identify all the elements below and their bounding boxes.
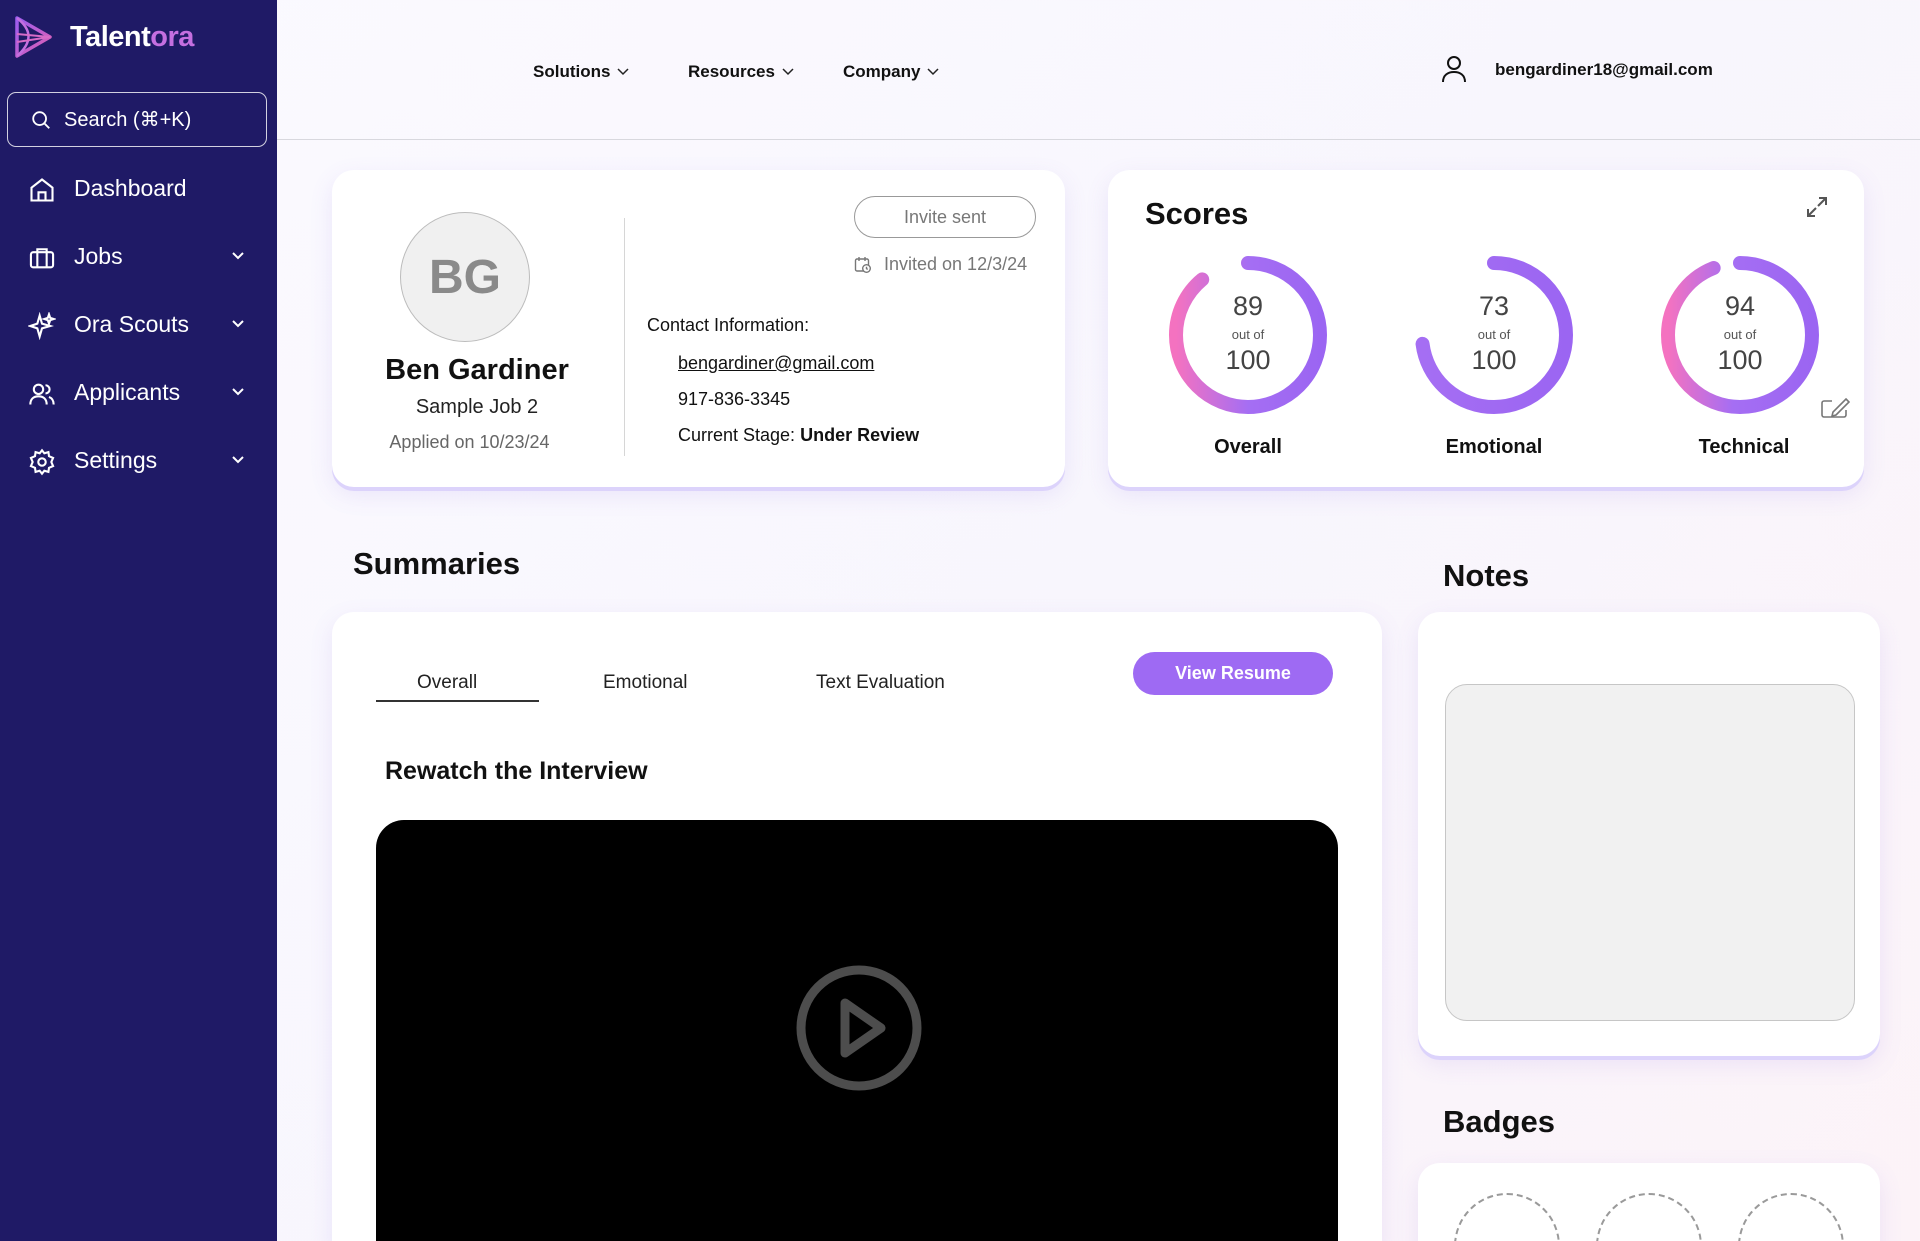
score-value: 73: [1478, 291, 1510, 321]
sidebar-item-label: Settings: [74, 446, 158, 473]
search-button[interactable]: Search (⌘+K): [7, 92, 267, 147]
score-gauge-overall: 89 out of 100: [1166, 253, 1330, 417]
home-icon: [30, 178, 54, 202]
top-header: Solutions Resources Company bengardiner1…: [277, 0, 1920, 140]
score-max: 100: [1225, 345, 1271, 375]
notes-textarea[interactable]: [1445, 684, 1855, 1021]
view-resume-button[interactable]: View Resume: [1133, 652, 1333, 695]
badges-card: [1418, 1163, 1880, 1241]
chevron-down-icon: [232, 388, 244, 396]
score-gauge-emotional: 73 out of 100: [1412, 253, 1576, 417]
sidebar-item-ora-scouts[interactable]: Ora Scouts: [0, 299, 277, 349]
chevron-down-icon: [782, 68, 794, 76]
summaries-title: Summaries: [353, 546, 521, 581]
contact-email-link[interactable]: bengardiner@gmail.com: [678, 353, 874, 374]
candidate-job: Sample Job 2: [415, 396, 539, 418]
sidebar-item-settings[interactable]: Settings: [0, 435, 277, 485]
chevron-down-icon: [927, 68, 939, 76]
search-label: Search (⌘+K): [64, 109, 192, 131]
score-value: 94: [1724, 291, 1756, 321]
scores-card: Scores 89 out of 100 Overall 73 out of 1…: [1108, 170, 1864, 487]
chevron-down-icon: [617, 68, 629, 76]
score-gauge-technical: 94 out of 100: [1658, 253, 1822, 417]
user-icon[interactable]: [1440, 54, 1468, 84]
scores-title: Scores: [1145, 196, 1249, 231]
tab-emotional[interactable]: Emotional: [603, 672, 688, 694]
expand-icon[interactable]: [1804, 194, 1830, 220]
score-label-emotional: Emotional: [1445, 436, 1543, 458]
contact-phone: 917-836-3345: [678, 389, 791, 409]
sidebar-item-label: Ora Scouts: [74, 310, 190, 337]
score-label-technical: Technical: [1698, 436, 1790, 458]
tab-text-evaluation[interactable]: Text Evaluation: [816, 672, 945, 694]
badges-title: Badges: [1443, 1104, 1555, 1139]
sidebar-item-label: Dashboard: [74, 174, 187, 201]
score-label-overall: Overall: [1214, 436, 1282, 458]
chevron-down-icon: [232, 320, 244, 328]
rewatch-title: Rewatch the Interview: [385, 757, 648, 785]
user-email[interactable]: bengardiner18@gmail.com: [1495, 60, 1713, 80]
avatar: BG: [400, 212, 530, 342]
sidebar-item-applicants[interactable]: Applicants: [0, 367, 277, 417]
score-out-of: out of: [1231, 327, 1265, 342]
gear-icon: [29, 448, 55, 476]
score-value: 89: [1232, 291, 1264, 321]
menu-company[interactable]: Company: [843, 62, 940, 82]
stage-value: Under Review: [800, 425, 920, 445]
sparkles-icon: [28, 312, 56, 340]
tab-overall[interactable]: Overall: [417, 672, 477, 694]
summaries-card: Overall Emotional Text Evaluation View R…: [332, 612, 1382, 1241]
sidebar-item-dashboard[interactable]: Dashboard: [0, 163, 277, 213]
sidebar: Talentora Search (⌘+K) Dashboard Jobs Or…: [0, 0, 277, 1241]
interview-video-player[interactable]: [376, 820, 1338, 1241]
badge-slot-empty: [1454, 1193, 1560, 1241]
talentora-logo-icon: [15, 16, 52, 58]
score-out-of: out of: [1477, 327, 1511, 342]
current-stage: Current Stage: Under Review: [678, 425, 920, 445]
notes-card: [1418, 612, 1880, 1056]
candidate-applied-date: Applied on 10/23/24: [389, 432, 550, 452]
chevron-down-icon: [232, 456, 244, 464]
menu-resources[interactable]: Resources: [688, 62, 795, 82]
app-name: Talentora: [70, 20, 194, 53]
logo[interactable]: Talentora: [12, 14, 194, 60]
play-icon[interactable]: [791, 965, 927, 1091]
divider: [624, 218, 625, 456]
active-tab-indicator: [376, 700, 539, 702]
badge-slot-empty: [1738, 1193, 1844, 1241]
notes-title: Notes: [1443, 558, 1530, 593]
invited-date: Invited on 12/3/24: [854, 254, 1027, 275]
sidebar-item-label: Jobs: [74, 242, 123, 269]
candidate-profile-card: BG Ben Gardiner Sample Job 2 Applied on …: [332, 170, 1065, 487]
score-out-of: out of: [1723, 327, 1757, 342]
score-max: 100: [1471, 345, 1517, 375]
invite-sent-button[interactable]: Invite sent: [854, 196, 1036, 238]
sidebar-item-label: Applicants: [74, 378, 181, 405]
score-max: 100: [1717, 345, 1763, 375]
calendar-clock-icon: [854, 256, 871, 273]
briefcase-icon: [29, 248, 55, 269]
search-icon: [32, 110, 50, 129]
chevron-down-icon: [232, 252, 244, 260]
sidebar-item-jobs[interactable]: Jobs: [0, 231, 277, 281]
contact-info-title: Contact Information:: [647, 315, 810, 335]
menu-solutions[interactable]: Solutions: [533, 62, 630, 82]
badge-slot-empty: [1596, 1193, 1702, 1241]
users-icon: [29, 383, 55, 405]
candidate-name: Ben Gardiner: [385, 354, 569, 386]
edit-icon[interactable]: [1820, 397, 1850, 421]
